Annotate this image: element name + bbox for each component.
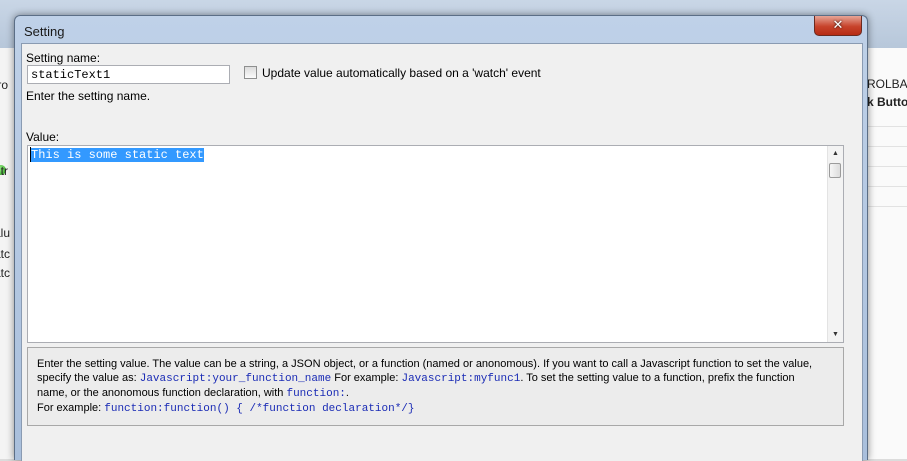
help-text: For example:	[331, 372, 402, 384]
help-text: .	[345, 387, 349, 399]
text-caret	[30, 147, 31, 162]
setting-name-input[interactable]: staticText1	[27, 65, 230, 84]
background-text: alu	[0, 226, 11, 240]
setting-name-hint: Enter the setting name.	[26, 89, 151, 103]
help-text: . To set the setting value to a function…	[520, 372, 795, 384]
background-text: ROLBAR	[867, 77, 907, 91]
help-code: function:	[286, 388, 346, 400]
help-code: Javascript:your_function_name	[139, 373, 332, 385]
help-text: Enter the setting value. The value can b…	[37, 358, 813, 370]
help-code: Javascript:myfunc1	[401, 373, 521, 385]
setting-dialog: Setting ✕ Setting name: staticText1 Ente…	[14, 15, 868, 461]
background-row	[865, 146, 907, 147]
scroll-thumb[interactable]	[829, 163, 841, 178]
help-line: name, or the anonomous function declarat…	[37, 386, 834, 401]
help-text: For example:	[37, 402, 105, 414]
close-button[interactable]: ✕	[814, 16, 862, 36]
setting-name-label: Setting name:	[26, 51, 101, 65]
help-code: function:function() { /*function declara…	[104, 403, 415, 415]
background-row	[865, 186, 907, 187]
background-text: ntr	[0, 164, 9, 178]
scroll-down-icon[interactable]: ▼	[828, 327, 843, 342]
background-text: tro	[0, 78, 9, 92]
help-line: specify the value as: Javascript:your_fu…	[37, 371, 834, 386]
background-right-panel: ROLBAR k Butto	[864, 48, 907, 459]
value-help-text: Enter the setting value. The value can b…	[27, 347, 844, 426]
value-textarea[interactable]: This is some static text ▲ ▼	[27, 145, 844, 343]
dialog-title: Setting	[24, 24, 65, 39]
help-text: specify the value as:	[37, 372, 140, 384]
scroll-up-icon[interactable]: ▲	[828, 146, 843, 161]
background-row	[865, 126, 907, 127]
background-text: k Butto	[867, 95, 907, 109]
background-row	[865, 166, 907, 167]
watch-event-checkbox[interactable]	[244, 66, 257, 79]
background-text: atc	[0, 266, 11, 280]
help-text: name, or the anonomous function declarat…	[37, 387, 287, 399]
value-scrollbar[interactable]: ▲ ▼	[827, 146, 843, 342]
help-line: Enter the setting value. The value can b…	[37, 357, 834, 371]
background-row	[865, 206, 907, 207]
dialog-client-area: Setting name: staticText1 Enter the sett…	[21, 43, 863, 461]
background-text: atc	[0, 247, 11, 261]
help-line: For example: function:function() { /*fun…	[37, 401, 834, 416]
value-label: Value:	[26, 130, 60, 144]
selected-value-text: This is some static text	[31, 148, 204, 162]
close-icon: ✕	[832, 17, 844, 32]
watch-event-label[interactable]: Update value automatically based on a 'w…	[262, 66, 541, 80]
